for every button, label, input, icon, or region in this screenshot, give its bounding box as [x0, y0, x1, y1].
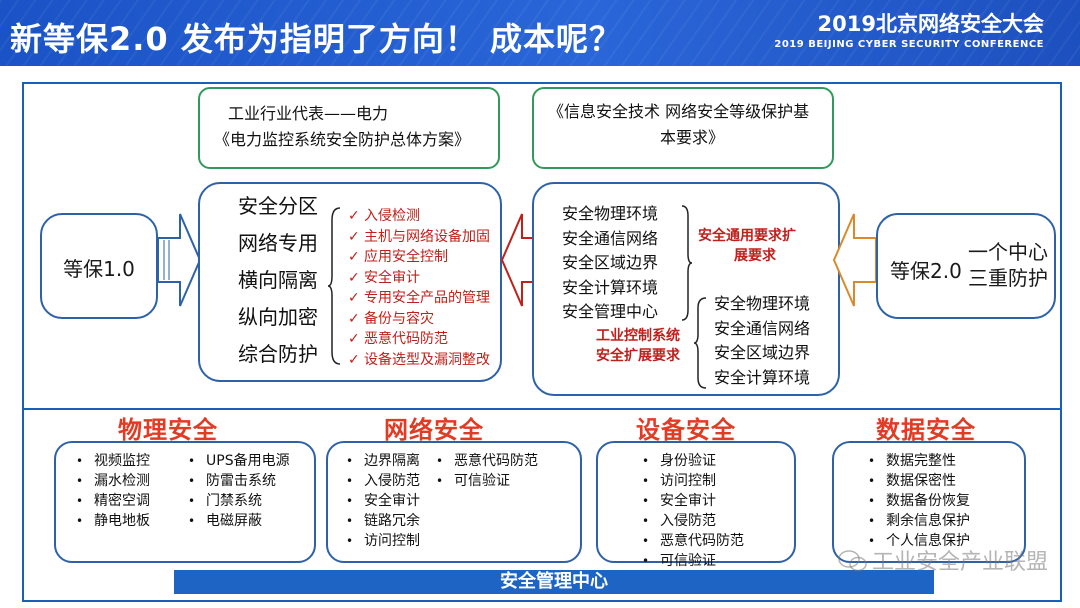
category-item: 入侵防范: [642, 511, 744, 531]
category-item-list: UPS备用电源防雷击系统门禁系统电磁屏蔽: [188, 451, 290, 531]
requirement-item: ✓ 备份与容灾: [348, 309, 490, 330]
category-item: 入侵防范: [346, 471, 420, 491]
level-2-desc: 一个中心 三重防护: [968, 240, 1048, 290]
brace-icon: [694, 297, 706, 389]
requirement-item: ✓ 恶意代码防范: [348, 329, 490, 350]
category-item: 电磁屏蔽: [188, 511, 290, 531]
category-title: 数据安全: [876, 416, 976, 444]
general-item: 安全物理环境: [562, 204, 659, 223]
arrow-left-icon: [832, 213, 877, 307]
general-item: 安全管理中心: [562, 302, 659, 321]
ics-item: 安全通信网络: [714, 318, 811, 338]
category-item: 精密空调: [76, 491, 150, 511]
principles-list: 安全分区网络专用横向隔离纵向加密综合防护: [238, 188, 318, 373]
category-item: 可信验证: [436, 471, 538, 491]
requirements-list: ✓ 入侵检测 ✓ 主机与网络设备加固 ✓ 应用安全控制 ✓ 安全审计 ✓ 专用安全产品的管理 ✓ 备份…: [348, 206, 490, 370]
category-item: 防雷击系统: [188, 471, 290, 491]
conference-title-en: 2019 BEIJING CYBER SECURITY CONFERENCE: [774, 39, 1044, 50]
general-requirements-label: 安全通用要求扩 展要求: [698, 228, 796, 264]
ics-item: 安全计算环境: [714, 367, 811, 387]
ics-requirements-label: 工业控制系统 安全扩展要求: [596, 328, 680, 364]
category-item-list: 视频监控漏水检测精密空调静电地板: [76, 451, 150, 531]
wechat-icon: [838, 550, 867, 572]
check-icon: ✓: [348, 228, 360, 245]
level-1-box: 等保1.0: [40, 213, 158, 319]
page-title: 新等保2.0 发布为指明了方向！ 成本呢？: [10, 20, 622, 58]
power-industry-line2: 《电力监控系统安全防护总体方案》: [214, 130, 471, 149]
brace-icon: [681, 205, 692, 321]
general-item: 安全通信网络: [562, 228, 659, 248]
general-items-list: 安全物理环境 安全通信网络 安全区域边界 安全计算环境 安全管理中心: [562, 202, 658, 325]
standard-title-line2: 本要求》: [660, 128, 725, 147]
power-industry-box: 工业行业代表——电力 《电力监控系统安全防护总体方案》: [198, 87, 500, 169]
standard-box: 安全物理环境 安全通信网络 安全区域边界 安全计算环境 安全管理中心 安全通用要求扩 展…: [532, 182, 840, 396]
watermark-text: 工业安全产业联盟: [871, 550, 1048, 575]
principle-item: 纵向加密: [238, 305, 318, 329]
category-item: 数据备份恢复: [868, 491, 970, 511]
standard-title-box: 《信息安全技术 网络安全等级保护基 本要求》: [532, 87, 834, 169]
brace-icon: [328, 207, 341, 365]
category-item: 恶意代码防范: [436, 451, 538, 471]
principle-item: 综合防护: [238, 342, 318, 366]
category-item: 数据保密性: [868, 471, 970, 491]
check-icon: ✓: [348, 351, 360, 368]
category-item: 视频监控: [76, 451, 150, 471]
power-industry-line1: 工业行业代表——电力: [228, 104, 389, 123]
check-icon: ✓: [348, 249, 360, 265]
category-item: 身份验证: [642, 451, 744, 471]
ics-item: 安全物理环境: [714, 294, 811, 313]
requirement-item: ✓ 专用安全产品的管理: [348, 288, 490, 309]
principle-item: 网络专用: [238, 231, 318, 255]
category-title: 设备安全: [636, 416, 736, 444]
requirement-item: ✓ 应用安全控制: [348, 247, 490, 268]
check-icon: ✓: [348, 208, 360, 224]
category-item: 可信验证: [642, 551, 744, 571]
category-item: 访问控制: [642, 471, 744, 491]
category-item: UPS备用电源: [188, 451, 290, 471]
arrow-right-icon: [157, 213, 202, 307]
category-box: 视频监控漏水检测精密空调静电地板 UPS备用电源防雷击系统门禁系统电磁屏蔽: [54, 441, 316, 563]
category-item: 安全审计: [642, 491, 744, 511]
general-item: 安全计算环境: [562, 277, 659, 297]
level-2-box: 等保2.0 一个中心 三重防护: [876, 213, 1056, 319]
check-icon: ✓: [348, 269, 360, 286]
requirement-item: ✓ 安全审计: [348, 268, 490, 289]
category-item-list: 数据完整性数据保密性数据备份恢复剩余信息保护个人信息保护: [868, 451, 970, 551]
ics-item: 安全区域边界: [714, 343, 811, 362]
requirement-item: ✓ 设备选型及漏洞整改: [348, 350, 490, 371]
requirement-item: ✓ 入侵检测: [348, 206, 490, 227]
level-1-label: 等保1.0: [63, 257, 135, 281]
check-icon: ✓: [348, 310, 360, 327]
category-item: 边界隔离: [346, 451, 420, 471]
general-item: 安全区域边界: [562, 253, 659, 272]
level-2-label: 等保2.0: [890, 259, 962, 283]
category-box: 边界隔离入侵防范安全审计链路冗余访问控制恶意代码防范可信验证: [326, 441, 582, 563]
requirement-item: ✓ 主机与网络设备加固: [348, 227, 490, 248]
category-item: 数据完整性: [868, 451, 970, 471]
security-management-center-bar: 安全管理中心: [174, 570, 934, 594]
category-item: 门禁系统: [188, 491, 290, 511]
power-scheme-box: 安全分区网络专用横向隔离纵向加密综合防护 ✓ 入侵检测 ✓ 主机与网络设备加固 ✓ 应用安…: [198, 182, 502, 382]
category-box: 身份验证访问控制安全审计入侵防范恶意代码防范可信验证: [596, 441, 796, 569]
category-item: 静电地板: [76, 511, 150, 531]
standard-title-line1: 《信息安全技术 网络安全等级保护基: [548, 102, 810, 121]
check-icon: ✓: [348, 290, 360, 306]
category-item: 剩余信息保护: [868, 511, 970, 531]
principle-item: 横向隔离: [238, 268, 318, 292]
ics-items-list: 安全物理环境 安全通信网络 安全区域边界 安全计算环境: [714, 292, 810, 390]
principle-item: 安全分区: [238, 194, 318, 218]
category-item: 漏水检测: [76, 471, 150, 491]
category-item-list: 边界隔离入侵防范安全审计链路冗余访问控制: [346, 451, 420, 551]
watermark: 工业安全产业联盟: [838, 544, 1048, 576]
category-title: 物理安全: [118, 416, 218, 444]
category-item: 访问控制: [346, 531, 420, 551]
category-item-list: 身份验证访问控制安全审计入侵防范恶意代码防范可信验证: [642, 451, 744, 571]
category-title: 网络安全: [384, 416, 484, 444]
category-item: 安全审计: [346, 491, 420, 511]
category-item: 链路冗余: [346, 511, 420, 531]
conference-title-cn: 2019北京网络安全大会: [817, 12, 1044, 36]
check-icon: ✓: [348, 331, 360, 347]
category-item: 恶意代码防范: [642, 531, 744, 551]
category-item-list: 恶意代码防范可信验证: [436, 451, 538, 491]
